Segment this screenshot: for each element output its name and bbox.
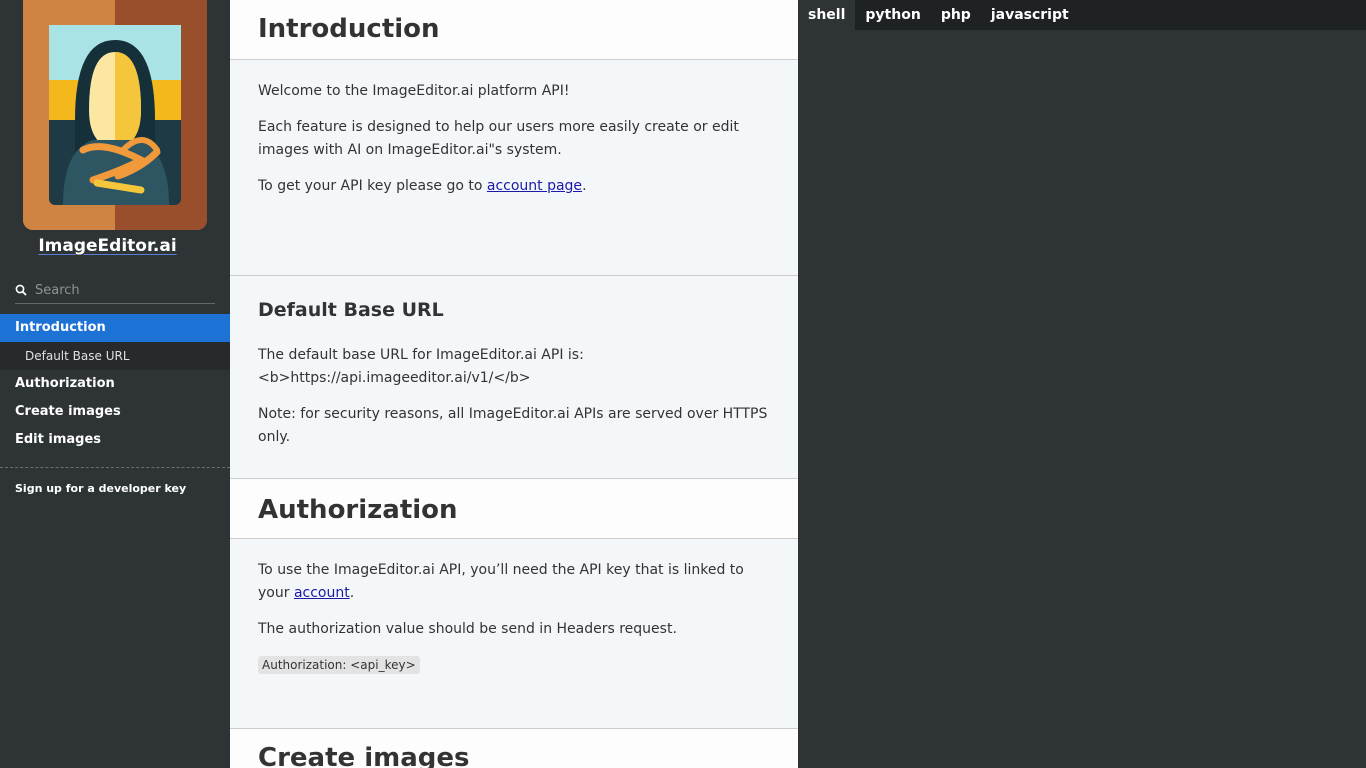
nav-divider — [0, 467, 230, 468]
toc-nav: Introduction Default Base URL Authorizat… — [0, 314, 230, 454]
logo-image[interactable] — [23, 0, 207, 230]
page-title: Introduction — [258, 14, 440, 44]
signup-link[interactable]: Sign up for a developer key — [15, 482, 186, 495]
section-divider — [230, 275, 798, 276]
nav-item-edit-images[interactable]: Edit images — [0, 426, 230, 454]
intro-header: Introduction — [230, 0, 798, 60]
search-input[interactable] — [35, 282, 205, 298]
auth-intro-text: To use the ImageEditor.ai API, you’ll ne… — [230, 559, 798, 605]
intro-description-text: Each feature is designed to help our use… — [258, 119, 739, 158]
nav-item-create-images[interactable]: Create images — [0, 398, 230, 426]
code-pane: shell python php javascript — [798, 0, 1366, 768]
search-box[interactable] — [15, 277, 215, 304]
search-icon — [15, 284, 27, 296]
tab-javascript[interactable]: javascript — [981, 0, 1079, 30]
brand-name[interactable]: ImageEditor.ai — [0, 236, 215, 256]
intro-welcome-text: Welcome to the ImageEditor.ai platform A… — [258, 83, 570, 99]
base-url-heading: Default Base URL — [258, 299, 444, 321]
intro-api-key-text: To get your API key please go to account… — [230, 175, 798, 198]
https-note-text: Note: for security reasons, all ImageEdi… — [258, 406, 768, 445]
nav-item-introduction[interactable]: Introduction — [0, 314, 230, 342]
brand-link[interactable]: ImageEditor.ai — [38, 236, 176, 256]
language-tabs: shell python php javascript — [798, 0, 1366, 30]
account-link[interactable]: account — [294, 585, 350, 601]
auth-header-text: The authorization value should be send i… — [258, 621, 677, 637]
auth-heading: Authorization — [258, 495, 458, 525]
tab-php[interactable]: php — [931, 0, 981, 30]
intro-api-key-suffix: . — [582, 178, 587, 194]
doc-content: Introduction Welcome to the ImageEditor.… — [230, 0, 798, 768]
tab-shell[interactable]: shell — [798, 0, 856, 30]
base-url-text: The default base URL for ImageEditor.ai … — [258, 347, 584, 386]
sidebar: ImageEditor.ai Introduction Default Base… — [0, 0, 230, 768]
nav-item-authorization[interactable]: Authorization — [0, 370, 230, 398]
tab-python[interactable]: python — [855, 0, 930, 30]
nav-item-default-base-url[interactable]: Default Base URL — [0, 342, 230, 370]
auth-code-snippet: Authorization: <api_key> — [258, 656, 420, 674]
create-header: Create images — [230, 728, 798, 768]
intro-api-key-prefix: To get your API key please go to — [258, 178, 487, 194]
create-images-heading: Create images — [258, 743, 470, 768]
account-page-link[interactable]: account page — [487, 178, 582, 194]
auth-intro-suffix: . — [349, 585, 355, 601]
auth-header: Authorization — [230, 478, 798, 539]
